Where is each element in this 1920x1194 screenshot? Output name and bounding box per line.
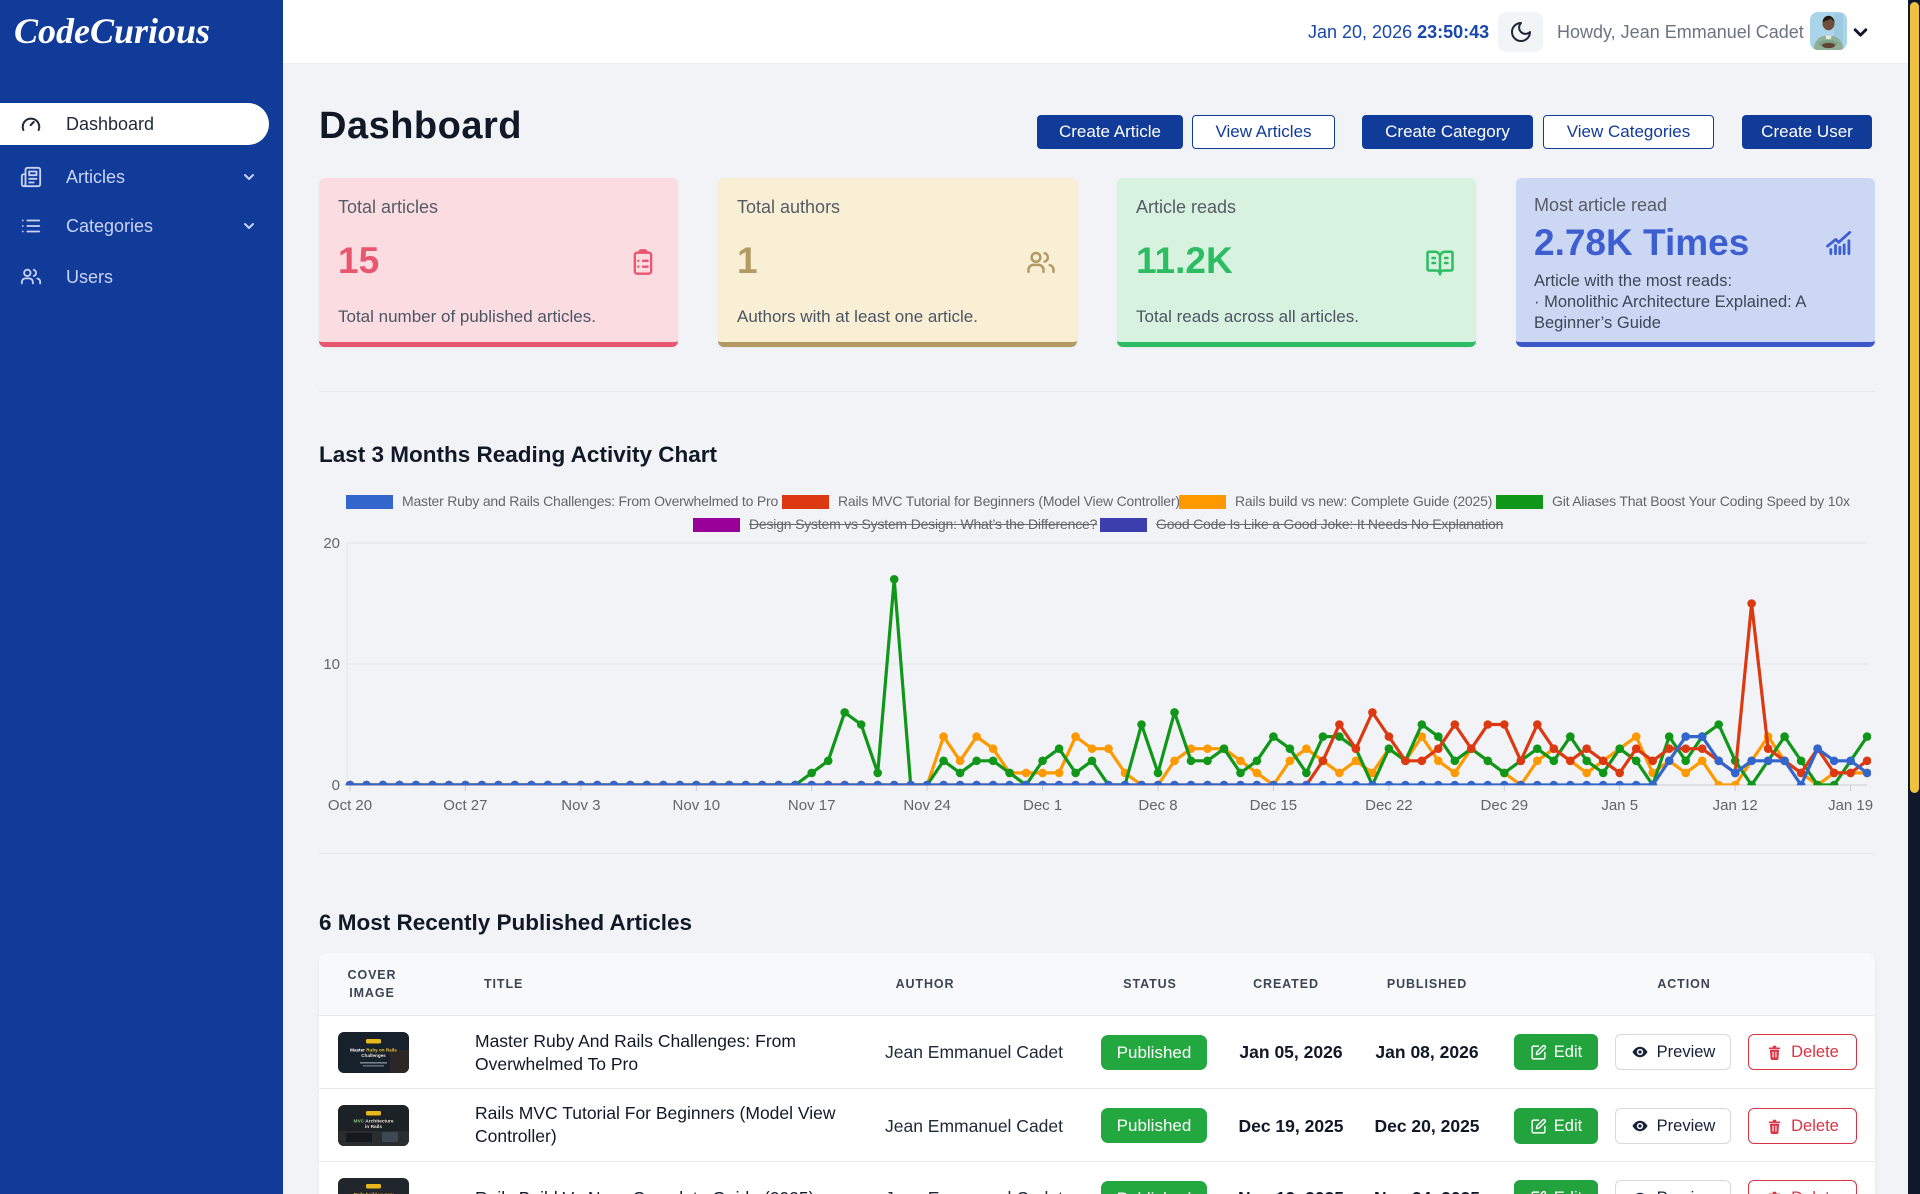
svg-text:MVC Architecture: MVC Architecture [353,1119,393,1125]
svg-text:Challenges: Challenges [361,1053,386,1058]
svg-text:in Rails: in Rails [365,1124,382,1130]
svg-text:Jan 5: Jan 5 [1601,797,1638,814]
svg-text:20: 20 [323,535,340,552]
svg-text:Jan 12: Jan 12 [1713,797,1758,814]
svg-text:Nov 17: Nov 17 [788,797,836,814]
svg-text:Jan 19: Jan 19 [1828,797,1873,814]
svg-text:10: 10 [323,656,340,673]
svg-text:Dec 29: Dec 29 [1481,797,1529,814]
svg-text:Dec 22: Dec 22 [1365,797,1413,814]
svg-text:Dec 8: Dec 8 [1138,797,1177,814]
svg-text:Nov 24: Nov 24 [903,797,951,814]
svg-text:Oct 27: Oct 27 [443,797,487,814]
svg-text:Master Ruby on Rails: Master Ruby on Rails [350,1048,397,1053]
svg-text:Nov 3: Nov 3 [561,797,600,814]
svg-text:0: 0 [332,777,340,794]
svg-text:Oct 20: Oct 20 [328,797,372,814]
svg-text:Dec 1: Dec 1 [1023,797,1062,814]
svg-text:Dec 15: Dec 15 [1250,797,1298,814]
svg-text:Nov 10: Nov 10 [673,797,721,814]
